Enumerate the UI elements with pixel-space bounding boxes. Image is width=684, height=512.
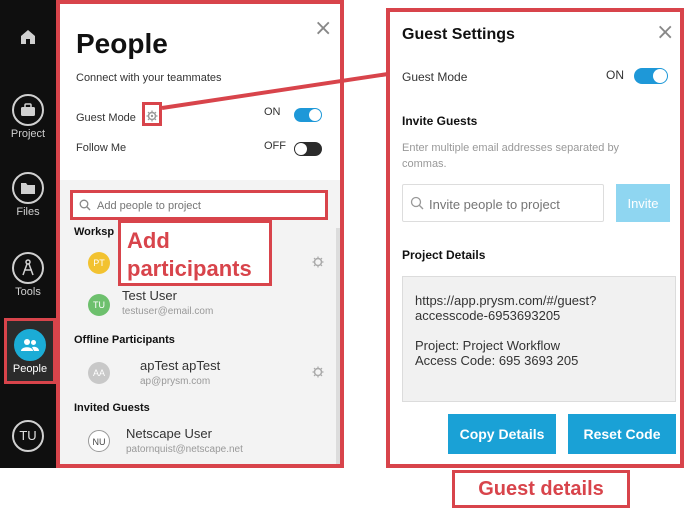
guest-mode-toggle[interactable] [634, 68, 668, 84]
close-icon[interactable]: × [656, 22, 674, 44]
invite-button[interactable]: Invite [616, 184, 670, 222]
invite-input[interactable] [429, 195, 599, 213]
add-participants-callout: Add participants [118, 220, 272, 286]
invite-field[interactable] [402, 184, 604, 222]
callout-line: participants [127, 256, 252, 281]
details-line [415, 323, 675, 338]
copy-details-button[interactable]: Copy Details [448, 414, 556, 454]
details-line: accesscode-6953693205 [415, 308, 561, 323]
project-details-box: https://app.prysm.com/#/guest? accesscod… [402, 276, 676, 402]
guest-settings-title: Guest Settings [402, 26, 515, 43]
search-icon [410, 196, 424, 210]
callout-line: Add [127, 228, 170, 253]
details-line: Project: Project Workflow [415, 338, 560, 353]
invite-hint: Enter multiple email addresses separated… [402, 142, 620, 170]
guest-settings-panel: Guest Settings × Guest Mode ON Invite Gu… [386, 8, 684, 468]
details-line: https://app.prysm.com/#/guest? [415, 293, 597, 308]
details-line: Access Code: 695 3693 205 [415, 353, 579, 368]
invite-guests-heading: Invite Guests [402, 114, 478, 128]
reset-code-button[interactable]: Reset Code [568, 414, 676, 454]
guest-mode-label: Guest Mode [402, 70, 468, 84]
project-details-heading: Project Details [402, 248, 486, 262]
guest-mode-state: ON [606, 68, 624, 82]
guest-details-callout: Guest details [452, 470, 630, 508]
